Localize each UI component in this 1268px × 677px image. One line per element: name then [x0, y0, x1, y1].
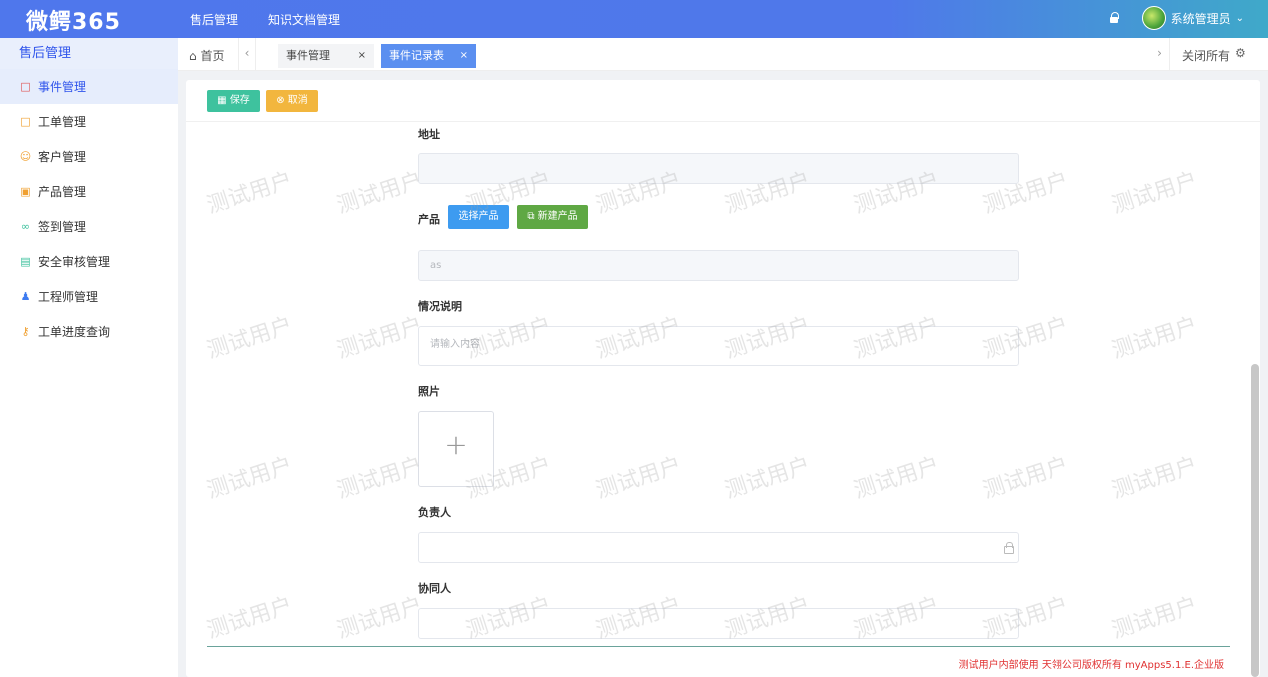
- footer-divider: [207, 646, 1230, 647]
- sidebar-item-label: 工程师管理: [38, 290, 99, 304]
- new-product-label: 新建产品: [537, 211, 578, 222]
- plus-icon: +: [444, 428, 468, 461]
- tab-home-label: 首页: [200, 49, 225, 63]
- tab-home[interactable]: ⌂ 首页: [189, 47, 224, 64]
- product-field[interactable]: as: [418, 250, 1019, 281]
- cancel-label: 取消: [287, 95, 308, 106]
- tab-label: 事件记录表: [389, 49, 444, 62]
- checkin-icon: ∞: [20, 220, 31, 233]
- tab-event-management[interactable]: 事件管理 ×: [278, 44, 374, 68]
- home-icon: ⌂: [189, 49, 197, 63]
- sidebar-item-label: 签到管理: [38, 220, 87, 234]
- tabs-prev-button[interactable]: ‹: [238, 38, 256, 71]
- user-menu[interactable]: 系统管理员 ⌄: [1141, 6, 1244, 30]
- save-label: 保存: [229, 95, 250, 106]
- sidebar: 售后管理 □ 事件管理 □ 工单管理 ☺ 客户管理 ▣ 产品管理 ∞ 签到管理 …: [0, 38, 178, 677]
- close-all-tabs[interactable]: 关闭所有: [1182, 47, 1230, 64]
- sidebar-item-progress-query[interactable]: ⚷ 工单进度查询: [0, 314, 178, 349]
- sidebar-item-label: 事件管理: [38, 80, 87, 94]
- collaborator-field[interactable]: [418, 608, 1019, 639]
- photo-label: 照片: [418, 385, 440, 398]
- product-label: 产品: [418, 213, 440, 226]
- footer-copyright: 测试用户内部使用 天翎公司版权所有 myApps5.1.E.企业版: [958, 660, 1224, 671]
- sidebar-item-label: 产品管理: [38, 185, 87, 199]
- save-icon: ▦: [217, 95, 227, 106]
- gear-icon[interactable]: ⚙: [1235, 46, 1246, 60]
- app-logo[interactable]: 微鳄365: [26, 4, 121, 36]
- collaborator-label: 协同人: [418, 582, 451, 595]
- box-icon: ▣: [20, 185, 31, 198]
- sidebar-title[interactable]: 售后管理: [0, 38, 178, 69]
- sidebar-item-engineers[interactable]: ♟ 工程师管理: [0, 279, 178, 314]
- lock-icon[interactable]: [1108, 12, 1120, 24]
- avatar: [1141, 6, 1166, 30]
- tabs-bar: ⌂ 首页 ‹ 事件管理 × 事件记录表 × › 关闭所有 ⚙: [178, 38, 1268, 71]
- vertical-scrollbar[interactable]: [1251, 364, 1259, 677]
- lock-icon: [1004, 542, 1014, 554]
- sidebar-item-customers[interactable]: ☺ 客户管理: [0, 139, 178, 174]
- user-name: 系统管理员: [1170, 11, 1231, 26]
- close-icon[interactable]: ×: [358, 44, 366, 68]
- key-icon: ⚷: [21, 325, 30, 338]
- sidebar-item-workorders[interactable]: □ 工单管理: [0, 104, 178, 139]
- new-product-button[interactable]: ⧉ 新建产品: [517, 205, 588, 229]
- users-icon: ☺: [19, 150, 32, 163]
- topnav-knowledge-docs[interactable]: 知识文档管理: [268, 11, 340, 28]
- address-label: 地址: [418, 128, 440, 141]
- sidebar-item-checkin[interactable]: ∞ 签到管理: [0, 209, 178, 244]
- form-card: ▦ 保存 ⊗ 取消 地址 产品 选择产品 ⧉ 新建产品 as 情况说明 请输入内…: [186, 80, 1260, 677]
- owner-label: 负责人: [418, 506, 451, 519]
- chevron-down-icon: ⌄: [1235, 12, 1244, 24]
- action-bar: ▦ 保存 ⊗ 取消: [186, 80, 1260, 122]
- sidebar-item-label: 工单管理: [38, 115, 87, 129]
- address-field[interactable]: [418, 153, 1019, 184]
- description-textarea[interactable]: 请输入内容: [418, 326, 1019, 366]
- top-right-area: 系统管理员 ⌄: [1108, 6, 1244, 30]
- cancel-button[interactable]: ⊗ 取消: [266, 90, 318, 112]
- description-label: 情况说明: [418, 300, 462, 313]
- audit-icon: ▤: [20, 255, 31, 268]
- product-value: as: [430, 260, 442, 271]
- cancel-icon: ⊗: [276, 95, 285, 106]
- owner-field[interactable]: [418, 532, 1019, 563]
- select-product-button[interactable]: 选择产品: [448, 205, 509, 229]
- sidebar-item-products[interactable]: ▣ 产品管理: [0, 174, 178, 209]
- tabs-next-button[interactable]: ›: [1150, 38, 1170, 71]
- file-icon: □: [20, 115, 31, 128]
- topnav-after-sales[interactable]: 售后管理: [190, 11, 238, 28]
- sidebar-item-label: 安全审核管理: [38, 255, 111, 269]
- sidebar-item-events[interactable]: □ 事件管理: [0, 69, 178, 104]
- external-link-icon: ⧉: [527, 211, 535, 222]
- tab-event-record[interactable]: 事件记录表 ×: [381, 44, 476, 68]
- save-button[interactable]: ▦ 保存: [207, 90, 260, 112]
- sidebar-item-label: 客户管理: [38, 150, 87, 164]
- file-icon: □: [20, 80, 31, 93]
- photo-upload[interactable]: +: [418, 411, 494, 487]
- top-bar: 微鳄365 售后管理 知识文档管理 系统管理员 ⌄: [0, 0, 1268, 38]
- close-icon[interactable]: ×: [460, 44, 468, 68]
- sidebar-item-security-audit[interactable]: ▤ 安全审核管理: [0, 244, 178, 279]
- sidebar-item-label: 工单进度查询: [38, 325, 111, 339]
- person-icon: ♟: [20, 290, 31, 303]
- tab-label: 事件管理: [286, 49, 330, 62]
- top-nav: 售后管理 知识文档管理: [190, 11, 340, 28]
- description-placeholder: 请输入内容: [430, 339, 480, 350]
